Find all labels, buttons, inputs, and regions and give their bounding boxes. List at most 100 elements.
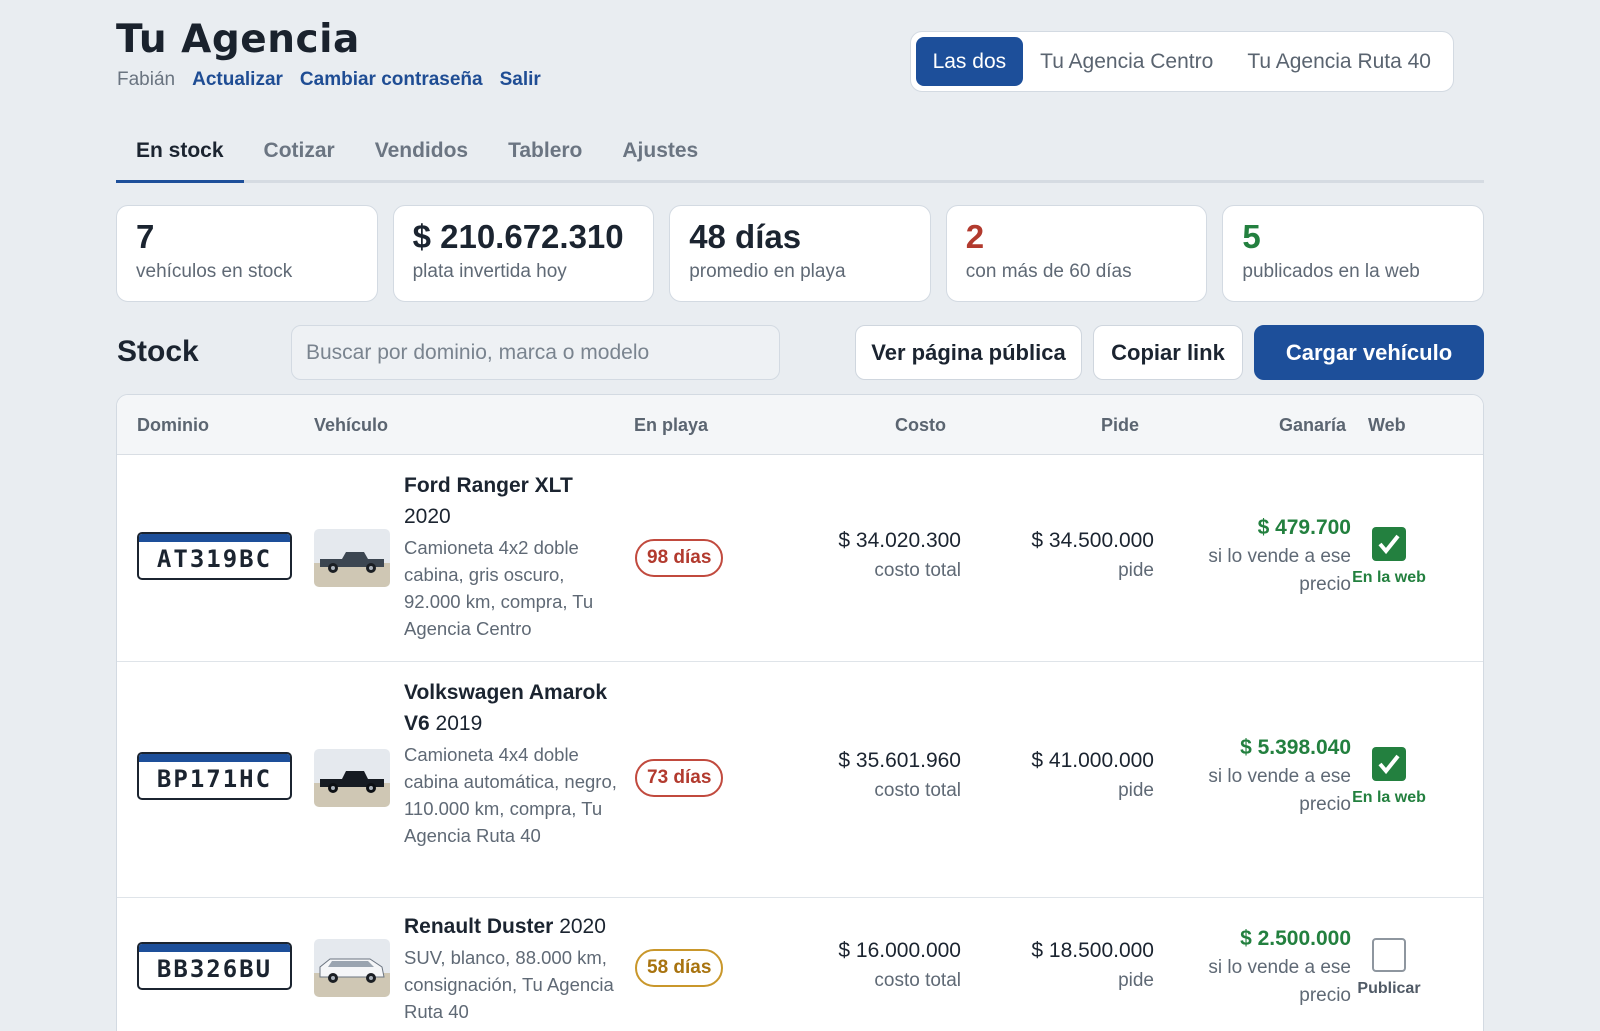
- cost-label: costo total: [874, 970, 961, 991]
- search-input[interactable]: [291, 325, 780, 380]
- vehicle-name[interactable]: Ford Ranger XLT: [404, 474, 573, 497]
- stock-table: Dominio Vehículo En playa Costo Pide Gan…: [116, 394, 1484, 1031]
- col-web[interactable]: Web: [1368, 415, 1406, 436]
- table-row[interactable]: BP171HC Volkswagen Amarok V6 2019 Camion…: [117, 662, 1483, 898]
- gain-cell: $ 2.500.000 si lo vende a ese precio: [1181, 923, 1351, 1010]
- change-password-link[interactable]: Cambiar contraseña: [300, 69, 483, 91]
- view-public-page-button[interactable]: Ver página pública: [855, 325, 1082, 380]
- tab-cotizar[interactable]: Cotizar: [244, 122, 355, 180]
- table-row[interactable]: BB326BU Renault Duster 2020 SUV, blanco,…: [117, 898, 1483, 1031]
- cost-label: costo total: [874, 560, 961, 581]
- stock-toolbar: Stock Ver página pública Copiar link Car…: [116, 325, 1484, 380]
- stat-value: 7: [136, 218, 155, 255]
- stat-card-over-60: 2 con más de 60 días: [945, 205, 1208, 302]
- car-pickup-icon: [314, 749, 390, 807]
- tab-en-stock[interactable]: En stock: [116, 122, 244, 183]
- stats-row: 7 vehículos en stock $ 210.672.310 plata…: [116, 205, 1484, 302]
- cost-label: costo total: [874, 780, 961, 801]
- col-dominio[interactable]: Dominio: [137, 415, 209, 436]
- license-plate: BP171HC: [137, 752, 292, 800]
- update-link[interactable]: Actualizar: [192, 69, 283, 91]
- logout-link[interactable]: Salir: [500, 69, 541, 91]
- ask-cell: $ 34.500.000 pide: [1031, 526, 1154, 586]
- gain-label: si lo vende a ese precio: [1208, 546, 1351, 595]
- vehicle-year: 2020: [404, 505, 451, 528]
- web-status-label[interactable]: Publicar: [1341, 980, 1437, 998]
- col-ganaria[interactable]: Ganaría: [1279, 415, 1346, 436]
- vehicle-info: Renault Duster 2020 SUV, blanco, 88.000 …: [404, 911, 619, 1025]
- user-name: Fabián: [117, 69, 176, 90]
- license-plate: BB326BU: [137, 942, 292, 990]
- vehicle-year: 2019: [435, 712, 483, 735]
- ask-value: $ 34.500.000: [1031, 529, 1154, 552]
- vehicle-thumbnail[interactable]: [314, 529, 390, 587]
- check-icon: [1378, 754, 1400, 775]
- brand: Tu Agencia: [116, 16, 360, 64]
- days-badge: 98 días: [635, 539, 724, 577]
- vehicle-thumbnail[interactable]: [314, 749, 390, 807]
- gain-cell: $ 5.398.040 si lo vende a ese precio: [1181, 732, 1351, 819]
- vehicle-description: Camioneta 4x2 doble cabina, gris oscuro,…: [404, 537, 594, 639]
- copy-link-button[interactable]: Copiar link: [1093, 325, 1243, 380]
- branch-selector: Las dos Tu Agencia Centro Tu Agencia Rut…: [909, 31, 1454, 92]
- ask-label: pide: [1118, 970, 1154, 991]
- license-plate: AT319BC: [137, 532, 292, 580]
- vehicle-info: Ford Ranger XLT 2020 Camioneta 4x2 doble …: [404, 470, 619, 642]
- car-suv-icon: [314, 939, 390, 997]
- stat-label: publicados en la web: [1242, 261, 1420, 282]
- gain-value: $ 5.398.040: [1240, 736, 1351, 759]
- check-icon: [1378, 534, 1400, 555]
- tab-vendidos[interactable]: Vendidos: [355, 122, 488, 180]
- vehicle-description: Camioneta 4x4 doble cabina automática, n…: [404, 744, 617, 846]
- web-checkbox[interactable]: [1372, 527, 1406, 561]
- stat-label: plata invertida hoy: [412, 261, 567, 282]
- vehicle-name[interactable]: Renault Duster: [404, 915, 553, 938]
- ask-label: pide: [1118, 560, 1154, 581]
- plate-text: BB326BU: [156, 955, 273, 983]
- ask-cell: $ 18.500.000 pide: [1031, 936, 1154, 996]
- table-row[interactable]: AT319BC Ford Ranger XLT 2020 Camioneta 4x…: [117, 455, 1483, 662]
- web-toggle: Publicar: [1341, 938, 1437, 998]
- app-title: Tu Agencia: [116, 17, 360, 62]
- vehicle-description: SUV, blanco, 88.000 km, consignación, Tu…: [404, 947, 614, 1022]
- tab-ajustes[interactable]: Ajustes: [602, 122, 718, 180]
- stat-card-invested: $ 210.672.310 plata invertida hoy: [392, 205, 655, 302]
- web-status-label: En la web: [1352, 569, 1426, 586]
- web-checkbox[interactable]: [1372, 747, 1406, 781]
- stock-title: Stock: [117, 335, 199, 368]
- branch-option-both[interactable]: Las dos: [915, 37, 1024, 86]
- vehicle-thumbnail[interactable]: [314, 939, 390, 997]
- col-vehiculo[interactable]: Vehículo: [314, 415, 388, 436]
- cost-value: $ 16.000.000: [838, 939, 961, 962]
- ask-value: $ 41.000.000: [1031, 749, 1154, 772]
- days-badge: 73 días: [635, 759, 724, 797]
- stat-card-stock: 7 vehículos en stock: [116, 205, 378, 302]
- gain-label: si lo vende a ese precio: [1208, 766, 1351, 815]
- col-costo[interactable]: Costo: [895, 415, 946, 436]
- gain-cell: $ 479.700 si lo vende a ese precio: [1181, 512, 1351, 599]
- vehicle-year: 2020: [559, 915, 606, 938]
- web-checkbox[interactable]: [1372, 938, 1406, 972]
- gain-label: si lo vende a ese precio: [1208, 957, 1351, 1006]
- web-status-label: En la web: [1352, 789, 1426, 806]
- car-pickup-icon: [314, 529, 390, 587]
- tab-tablero[interactable]: Tablero: [488, 122, 602, 180]
- gain-value: $ 479.700: [1257, 516, 1351, 539]
- stat-value: 5: [1242, 218, 1261, 255]
- cost-value: $ 35.601.960: [838, 749, 961, 772]
- ask-label: pide: [1118, 780, 1154, 801]
- stat-value: 48 días: [689, 218, 802, 255]
- branch-option-ruta40[interactable]: Tu Agencia Ruta 40: [1230, 37, 1448, 86]
- branch-option-centro[interactable]: Tu Agencia Centro: [1023, 37, 1230, 86]
- ask-cell: $ 41.000.000 pide: [1031, 746, 1154, 806]
- col-pide[interactable]: Pide: [1101, 415, 1139, 436]
- vehicle-name[interactable]: Volkswagen Amarok V6: [404, 681, 607, 735]
- cost-value: $ 34.020.300: [838, 529, 961, 552]
- web-toggle: En la web: [1341, 747, 1437, 807]
- col-en-playa[interactable]: En playa: [634, 415, 708, 436]
- main-tabs: En stock Cotizar Vendidos Tablero Ajuste…: [116, 122, 1484, 183]
- stat-value: $ 210.672.310: [412, 218, 624, 255]
- load-vehicle-button[interactable]: Cargar vehículo: [1254, 325, 1484, 380]
- stat-label: vehículos en stock: [136, 261, 293, 282]
- stat-label: promedio en playa: [689, 261, 846, 282]
